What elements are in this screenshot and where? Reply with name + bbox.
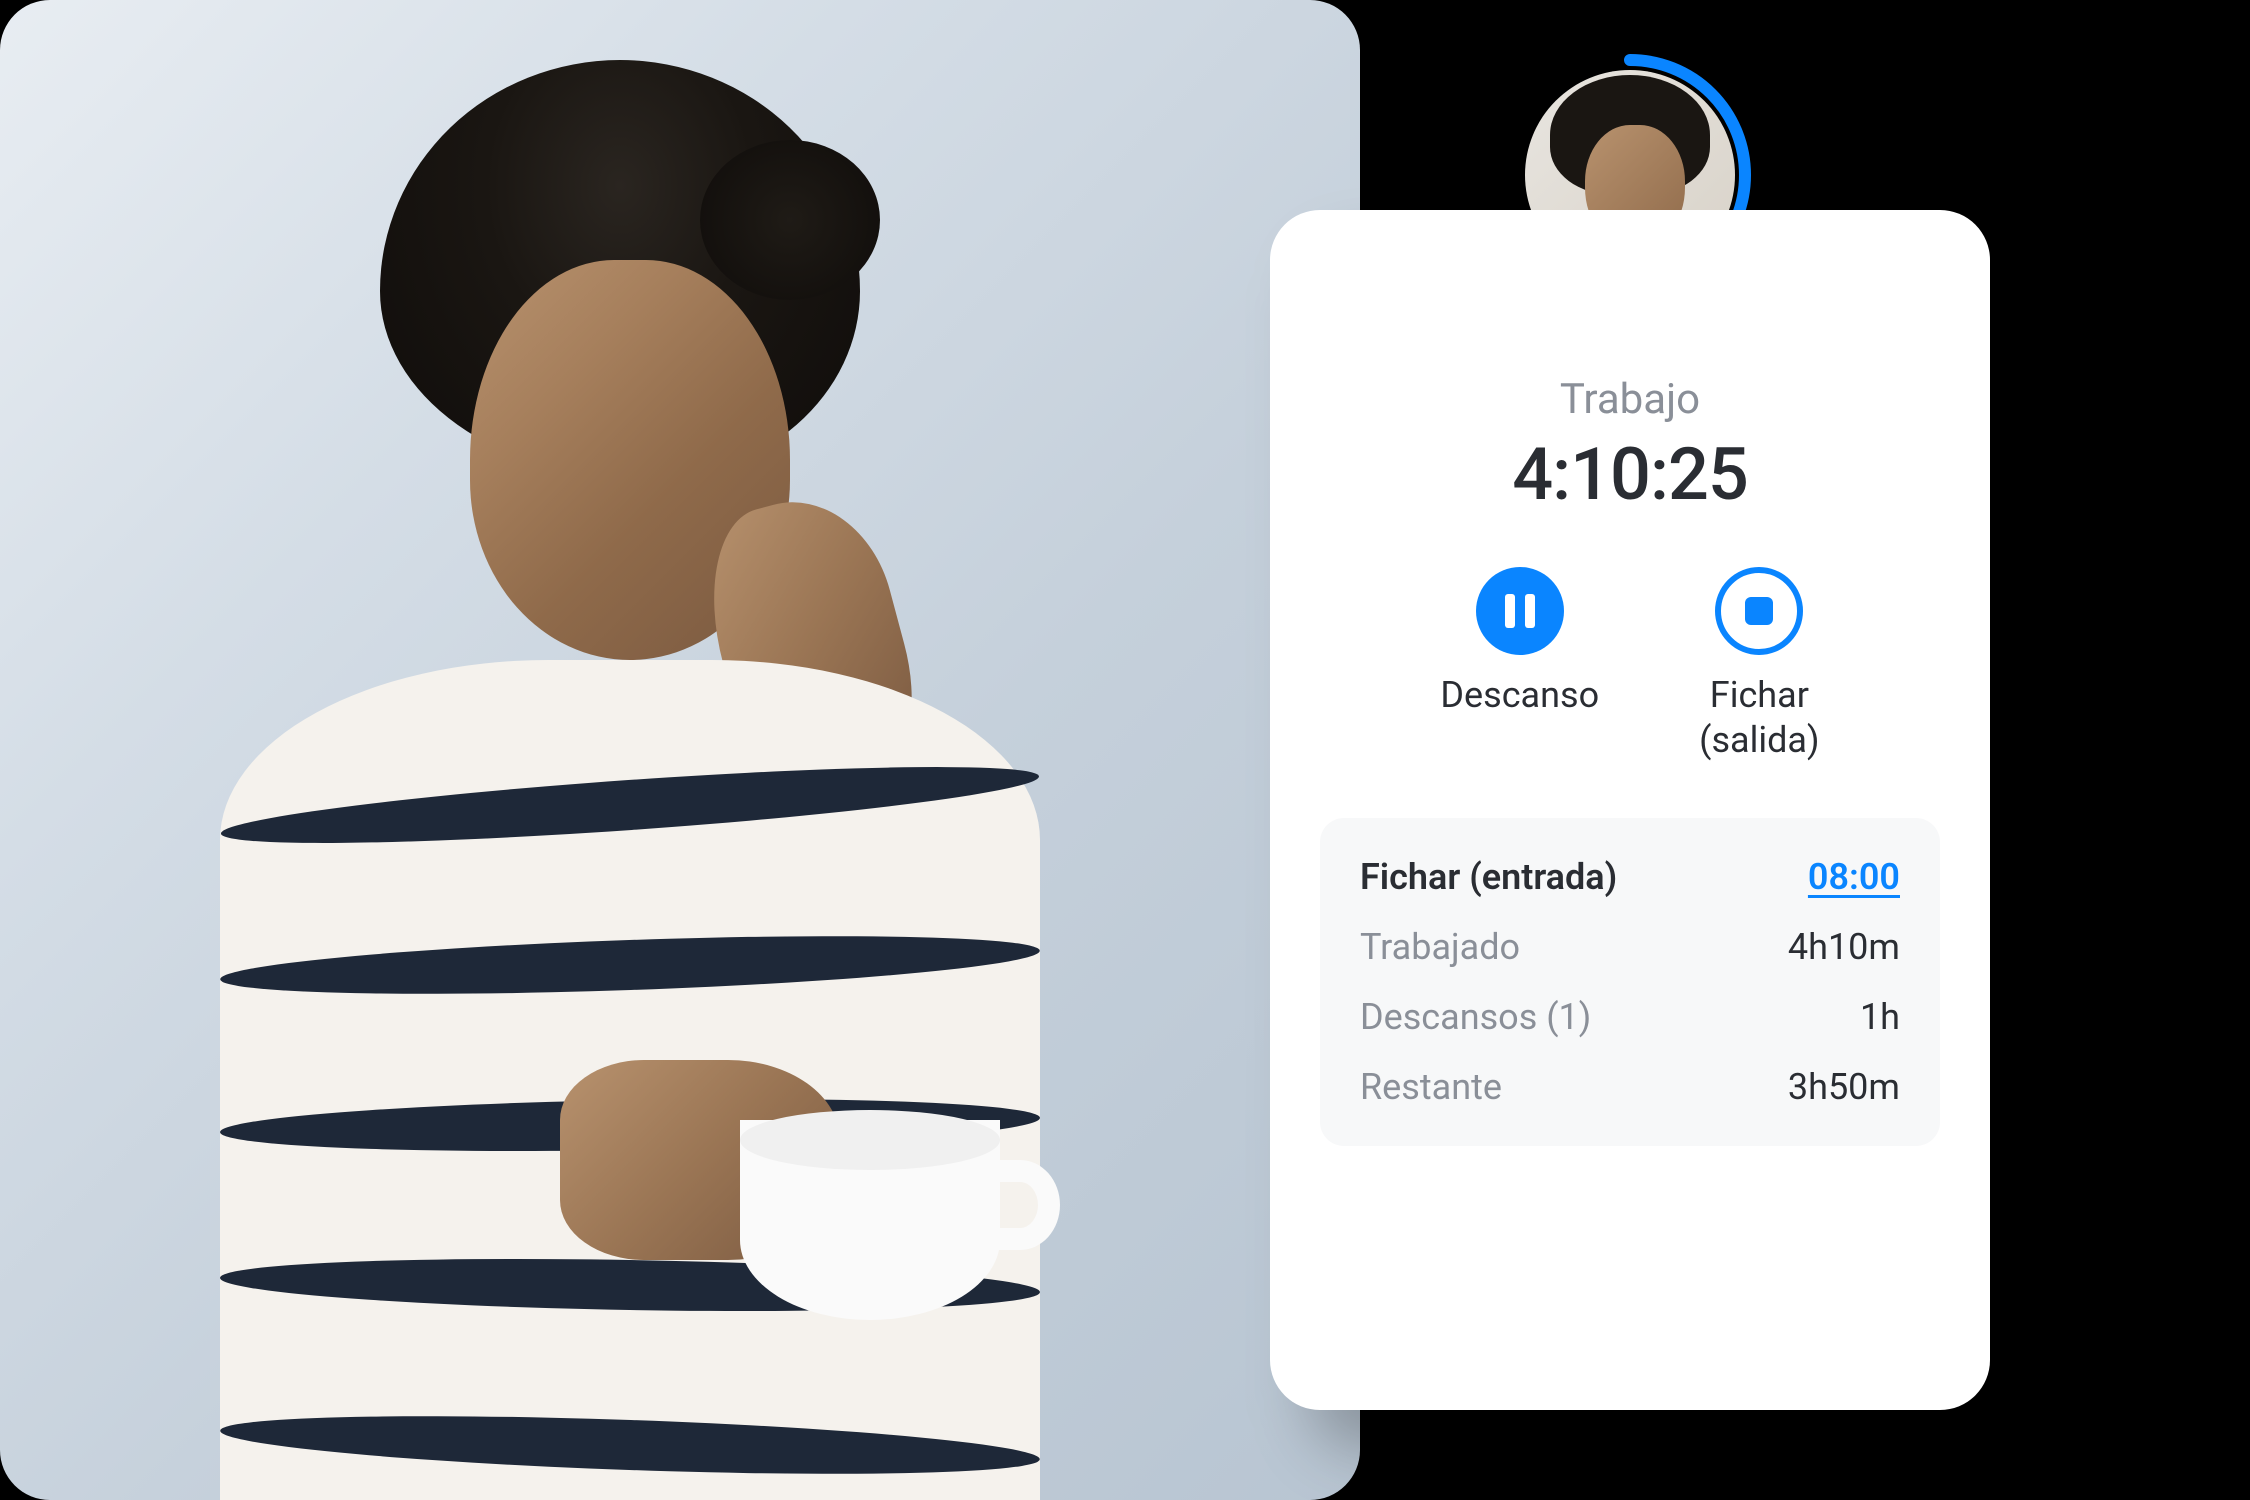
detail-label: Descansos (1)	[1360, 996, 1591, 1038]
actions-row: Descanso Fichar(salida)	[1440, 567, 1819, 763]
detail-value: 3h50m	[1788, 1066, 1900, 1108]
detail-value: 1h	[1860, 996, 1900, 1038]
stop-icon	[1715, 567, 1803, 655]
clock-out-button[interactable]: Fichar(salida)	[1699, 567, 1819, 763]
hero-photo	[0, 0, 1360, 1500]
detail-label: Trabajado	[1360, 926, 1520, 968]
break-button-label: Descanso	[1440, 673, 1599, 718]
detail-row-clock-in: Fichar (entrada) 08:00	[1360, 856, 1900, 898]
time-tracking-card: Trabajo 4:10:25 Descanso Fichar(salida) …	[1270, 210, 1990, 1410]
status-label: Trabajo	[1560, 375, 1700, 424]
details-panel: Fichar (entrada) 08:00 Trabajado 4h10m D…	[1320, 818, 1940, 1146]
detail-row-remaining: Restante 3h50m	[1360, 1066, 1900, 1108]
detail-label: Fichar (entrada)	[1360, 856, 1617, 898]
clock-in-time-link[interactable]: 08:00	[1808, 856, 1900, 898]
detail-label: Restante	[1360, 1066, 1502, 1108]
timer-value: 4:10:25	[1512, 432, 1748, 517]
detail-row-worked: Trabajado 4h10m	[1360, 926, 1900, 968]
break-button[interactable]: Descanso	[1440, 567, 1599, 763]
person-illustration	[180, 60, 1080, 1500]
clock-out-button-label: Fichar(salida)	[1699, 673, 1819, 763]
detail-row-breaks: Descansos (1) 1h	[1360, 996, 1900, 1038]
detail-value: 4h10m	[1788, 926, 1900, 968]
pause-icon	[1476, 567, 1564, 655]
